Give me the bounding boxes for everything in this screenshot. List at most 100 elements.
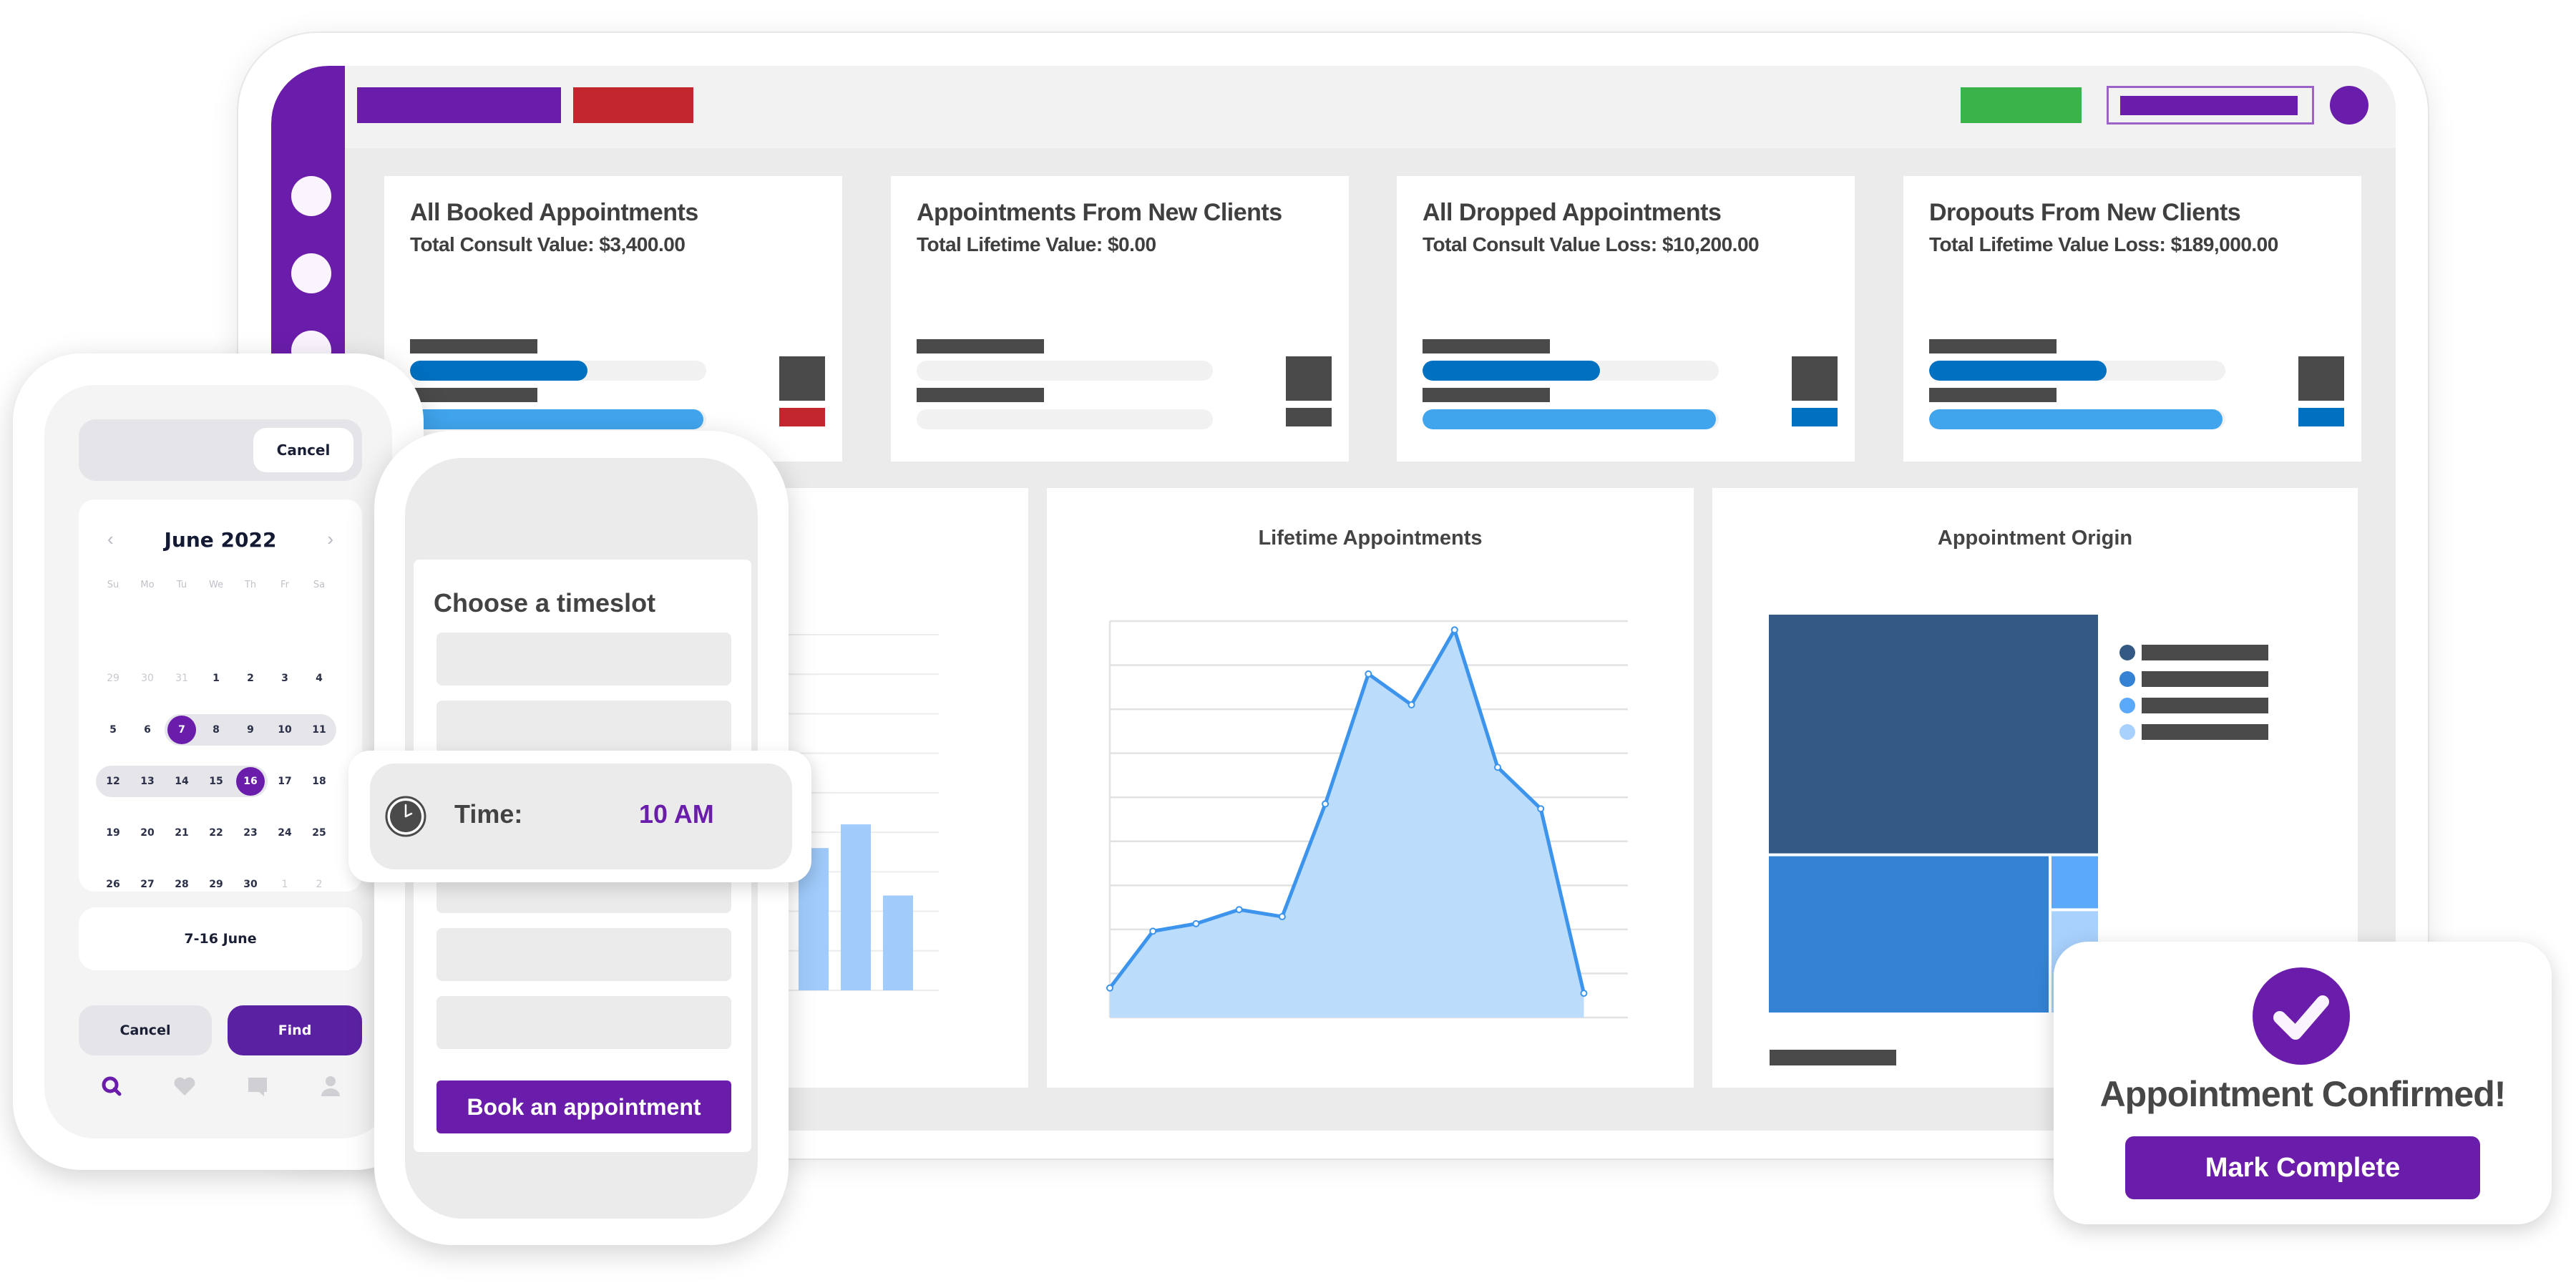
chevron-right-icon[interactable]: › <box>327 528 333 550</box>
time-label: Time: <box>454 799 523 829</box>
calendar-day[interactable]: 3 <box>270 664 299 693</box>
data-point <box>1450 626 1458 634</box>
data-point <box>1580 990 1588 997</box>
weekday-label: Mo <box>140 580 155 590</box>
weekday-label: We <box>208 580 224 590</box>
kpi-indicator <box>1286 356 1332 401</box>
calendar-day[interactable]: 5 <box>99 716 127 744</box>
calendar-day[interactable]: 1 <box>270 870 299 899</box>
calendar-day[interactable]: 12 <box>99 767 127 796</box>
chat-icon[interactable] <box>243 1072 272 1101</box>
weekday-label: Fr <box>280 580 289 590</box>
legend-label <box>2142 724 2268 740</box>
sidebar-item-2[interactable] <box>291 253 331 293</box>
confirmation-title: Appointment Confirmed! <box>2099 1074 2507 1114</box>
calendar-day[interactable]: 30 <box>133 664 162 693</box>
find-button[interactable]: Find <box>228 1005 362 1055</box>
calendar-day[interactable]: 17 <box>270 767 299 796</box>
calendar-day[interactable]: 6 <box>133 716 162 744</box>
kpi-subtitle: Total Consult Value Loss: $10,200.00 <box>1423 233 1760 255</box>
calendar-day[interactable]: 19 <box>99 819 127 847</box>
data-point <box>1322 800 1330 808</box>
calendar-day[interactable]: 27 <box>133 870 162 899</box>
weekday-label: Tu <box>176 580 187 590</box>
book-appointment-button[interactable]: Book an appointment <box>436 1080 731 1133</box>
nav-alert-button[interactable] <box>573 87 693 123</box>
kpi-progress-fill <box>1423 409 1716 429</box>
check-circle-icon <box>2253 967 2350 1065</box>
kpi-status-indicator <box>1792 408 1838 426</box>
kpi-indicator <box>2298 356 2344 401</box>
calendar-day[interactable]: 11 <box>305 716 333 744</box>
nav-primary-button[interactable] <box>357 87 561 123</box>
user-icon[interactable] <box>316 1072 345 1101</box>
calendar-day[interactable]: 25 <box>305 819 333 847</box>
weekday-label: Sa <box>313 580 326 590</box>
avatar[interactable] <box>2330 86 2368 125</box>
kpi-status-indicator <box>2298 408 2344 426</box>
calendar-day[interactable]: 29 <box>202 870 230 899</box>
calendar-day[interactable]: 10 <box>270 716 299 744</box>
search-field[interactable] <box>2107 86 2314 125</box>
calendar-day[interactable]: 24 <box>270 819 299 847</box>
kpi-title: All Dropped Appointments <box>1423 199 1722 226</box>
kpi-progress-bar <box>1423 409 1719 429</box>
calendar-day[interactable]: 18 <box>305 767 333 796</box>
kpi-card[interactable]: All Dropped Appointments Total Consult V… <box>1397 176 1855 462</box>
cancel-button[interactable]: Cancel <box>79 1005 212 1055</box>
kpi-progress-bar <box>410 361 706 381</box>
date-range-field[interactable]: 7-16 June <box>79 907 362 970</box>
area-chart <box>1106 620 1628 1019</box>
kpi-bar-label <box>1423 339 1550 353</box>
data-point <box>1192 919 1200 927</box>
calendar-day[interactable]: 16 <box>236 767 265 796</box>
calendar-day[interactable]: 28 <box>167 870 196 899</box>
weekday-label: Th <box>244 580 257 590</box>
calendar-day[interactable]: 26 <box>99 870 127 899</box>
time-selection[interactable]: Time: 10 AM <box>370 763 792 869</box>
kpi-progress-bar <box>1929 409 2225 429</box>
timeslot-option[interactable] <box>436 996 731 1049</box>
heart-icon[interactable] <box>170 1072 199 1101</box>
calendar-day[interactable]: 23 <box>236 819 265 847</box>
kpi-progress-bar <box>1423 361 1719 381</box>
kpi-indicator <box>779 356 825 401</box>
timeslot-option[interactable] <box>436 633 731 686</box>
calendar-day[interactable]: 9 <box>236 716 265 744</box>
calendar-day[interactable]: 13 <box>133 767 162 796</box>
kpi-card[interactable]: All Booked Appointments Total Consult Va… <box>384 176 842 462</box>
data-point <box>1537 805 1545 813</box>
calendar-day[interactable]: 22 <box>202 819 230 847</box>
calendar-day[interactable]: 7 <box>167 716 196 744</box>
top-bar <box>345 66 2396 148</box>
weekday-label: Su <box>107 580 119 590</box>
cancel-top-button[interactable]: Cancel <box>253 428 353 472</box>
legend-label <box>2142 645 2268 660</box>
treemap-cell <box>1769 856 2049 1013</box>
calendar-day[interactable]: 29 <box>99 664 127 693</box>
calendar-day[interactable]: 4 <box>305 664 333 693</box>
calendar-day[interactable]: 20 <box>133 819 162 847</box>
kpi-status-indicator <box>1286 408 1332 426</box>
search-icon[interactable] <box>97 1072 126 1101</box>
calendar-day[interactable]: 30 <box>236 870 265 899</box>
calendar-day[interactable]: 2 <box>305 870 333 899</box>
kpi-card[interactable]: Dropouts From New Clients Total Lifetime… <box>1903 176 2361 462</box>
status-button[interactable] <box>1961 87 2082 123</box>
sidebar-item-1[interactable] <box>291 176 331 216</box>
time-popup: Time: 10 AM <box>348 751 811 882</box>
calendar-day[interactable]: 31 <box>167 664 196 693</box>
kpi-progress-bar <box>917 409 1213 429</box>
calendar-day[interactable]: 15 <box>202 767 230 796</box>
data-point <box>1106 984 1113 992</box>
calendar-day[interactable]: 2 <box>236 664 265 693</box>
kpi-card[interactable]: Appointments From New Clients Total Life… <box>891 176 1349 462</box>
legend-marker <box>2119 645 2135 660</box>
calendar-day[interactable]: 14 <box>167 767 196 796</box>
calendar-day[interactable]: 1 <box>202 664 230 693</box>
calendar-day[interactable]: 8 <box>202 716 230 744</box>
timeslot-option[interactable] <box>436 701 731 753</box>
calendar-day[interactable]: 21 <box>167 819 196 847</box>
mark-complete-button[interactable]: Mark Complete <box>2125 1136 2480 1199</box>
timeslot-option[interactable] <box>436 928 731 981</box>
